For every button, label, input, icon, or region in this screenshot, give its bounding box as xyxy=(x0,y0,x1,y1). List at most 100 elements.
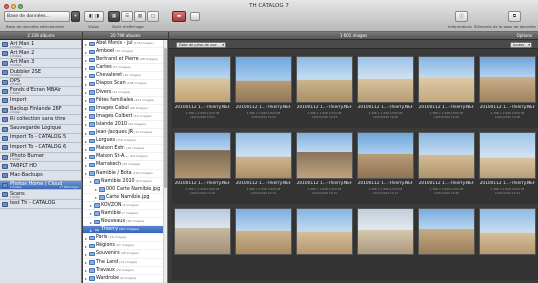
folder-item[interactable]: ▸ Diapos Scan(186 images) xyxy=(83,80,167,89)
thumbnail-frame[interactable] xyxy=(174,208,231,255)
thumbnail-frame[interactable] xyxy=(296,56,353,103)
disclosure-triangle-icon[interactable]: ▸ xyxy=(90,203,92,208)
disclosure-triangle-icon[interactable]: ▸ xyxy=(85,82,87,87)
disclosure-triangle-icon[interactable]: ▸ xyxy=(85,163,87,168)
folder-item[interactable]: ▸ Bertrand et Pierre(98 images) xyxy=(83,56,167,65)
catalog-item[interactable]: Import To - CATALOG 6 xyxy=(0,143,81,153)
catalog-item[interactable]: Sauvegarde Logique xyxy=(0,125,81,134)
folder-item[interactable]: ▸ Images Cabul(98 images) xyxy=(83,105,167,113)
folder-item[interactable]: ▸ Régions(47 images) xyxy=(83,242,167,251)
catalog-item[interactable]: Backup Finlande 26F 1 folder xyxy=(0,106,81,116)
thumbnail-frame[interactable] xyxy=(357,56,414,103)
thumbnail-cell[interactable]: 20100112 1...-Thierry.NEF 4 288 × 2 848 1… xyxy=(233,132,296,204)
disclosure-triangle-icon[interactable]: ▸ xyxy=(85,276,87,281)
disclosure-triangle-icon[interactable]: ▸ xyxy=(85,58,87,63)
folder-item[interactable]: ▸ Images Colbert(15 images) xyxy=(83,113,167,121)
thumbnail-frame[interactable] xyxy=(235,208,292,255)
disclosure-triangle-icon[interactable]: ▸ xyxy=(90,220,92,225)
disclosure-triangle-icon[interactable]: ▸ xyxy=(85,236,87,241)
thumbnail-cell[interactable] xyxy=(477,208,538,280)
view-columns-button[interactable]: ▥ xyxy=(134,11,146,22)
catalog-item[interactable]: Photos Home / Cloud 2 folders 17 008 image… xyxy=(0,180,81,191)
thumbnail-cell[interactable]: 20100112 1...-Thierry.NEF 4 288 × 2 848 1… xyxy=(233,56,296,128)
folder-item[interactable]: ▸ Travaux(29 images) xyxy=(83,267,167,275)
folder-item[interactable]: ▸ Maison Extr.(16 images) xyxy=(83,145,167,154)
folder-item[interactable]: ▸ Carte Namibie.jpg xyxy=(83,194,167,202)
disclosure-triangle-icon[interactable]: ▸ xyxy=(95,187,97,192)
thumbnail-frame[interactable] xyxy=(235,132,292,179)
trash-button[interactable]: ▬ xyxy=(172,11,186,22)
catalog-select[interactable]: Base de données... xyxy=(4,11,70,22)
folder-item[interactable]: ▸ Amboel(35 images) xyxy=(83,48,167,57)
thumbnail-cell[interactable]: 20100112 1...-Thierry.NEF 4 288 × 2 848 1… xyxy=(172,56,235,128)
thumbnail-cell[interactable]: 20100112 1...-Thierry.NEF 4 288 × 2 848 1… xyxy=(416,132,479,204)
thumbnail-cell[interactable]: 20100112 1...-Thierry.NEF 4 288 × 2 848 1… xyxy=(416,56,479,128)
catalog-item[interactable]: Mac-Backups xyxy=(0,171,81,181)
view-list-button[interactable]: ☰ xyxy=(121,11,133,22)
catalog-item[interactable]: Import To - CATALOG 5 xyxy=(0,134,81,144)
sort-select[interactable]: Date de prise de vue ▾ xyxy=(176,41,226,48)
folder-item[interactable]: ▸ Lorgues(156 images) xyxy=(83,137,167,146)
disclosure-triangle-icon[interactable]: ▸ xyxy=(95,195,97,200)
disclosure-triangle-icon[interactable]: ▸ xyxy=(85,171,87,176)
thumbnail-cell[interactable]: 20100112 1...-Thierry.NEF 4 288 × 2 848 1… xyxy=(477,56,538,128)
folder-item[interactable]: ▸ The Land(13 images) xyxy=(83,259,167,267)
folder-item[interactable]: ▸ Nouveaux(28 images) xyxy=(83,218,167,227)
tag-icon[interactable] xyxy=(190,12,200,21)
folder-item[interactable]: ▸ Thierry(407 images) xyxy=(83,226,167,235)
disclosure-triangle-icon[interactable]: ▸ xyxy=(85,50,87,55)
catalog-item[interactable]: Art Man 22 folders xyxy=(0,49,81,59)
thumbnail-frame[interactable] xyxy=(357,132,414,179)
vision-toggle[interactable]: ◧ ◨ xyxy=(84,11,104,22)
thumbnail-frame[interactable] xyxy=(296,208,353,255)
folder-item[interactable]: ▸ Cartes(17 images) xyxy=(83,64,167,73)
folder-scrollbar-thumb[interactable] xyxy=(163,48,167,188)
folder-scrollbar[interactable] xyxy=(163,40,167,283)
disclosure-triangle-icon[interactable]: ▸ xyxy=(85,268,87,273)
folder-item[interactable]: ▸ Fêtes familiales(223 images) xyxy=(83,97,167,105)
folder-item[interactable]: ▸ Abel Monis - jul(176 images) xyxy=(83,40,167,49)
thumbnail-frame[interactable] xyxy=(479,132,536,179)
catalog-item[interactable]: Fonds d'Ecran MBAir 1 folder xyxy=(0,87,81,97)
thumbnail-frame[interactable] xyxy=(235,56,292,103)
disclosure-triangle-icon[interactable]: ▸ xyxy=(85,155,87,160)
database-items-button[interactable]: ⧉ xyxy=(508,11,521,22)
folder-item[interactable]: ▸ Jean-Jacques JR(12 images) xyxy=(83,129,167,138)
disclosure-triangle-icon[interactable]: ▸ xyxy=(85,74,87,79)
disclosure-triangle-icon[interactable]: ▸ xyxy=(85,122,87,127)
thumbnail-frame[interactable] xyxy=(357,208,414,255)
disclosure-triangle-icon[interactable]: ▸ xyxy=(90,211,92,216)
disclosure-triangle-icon[interactable]: ▸ xyxy=(85,147,87,152)
folder-item[interactable]: ▸ Paris(14 images) xyxy=(83,234,167,243)
disclosure-triangle-icon[interactable]: ▸ xyxy=(90,179,92,184)
catalog-item[interactable]: DPS 2 folders xyxy=(0,78,81,87)
folder-item[interactable]: ▸ Chevaleret(30 images) xyxy=(83,72,167,81)
info-button[interactable]: ⓘ xyxy=(455,11,468,22)
thumbnail-frame[interactable] xyxy=(296,132,353,179)
disclosure-triangle-icon[interactable]: ▸ xyxy=(90,228,92,233)
folder-item[interactable]: ▸ Wardrobe(8 images) xyxy=(83,275,167,283)
thumbnail-cell[interactable] xyxy=(172,208,235,280)
folder-item[interactable]: ▸ KOVZON(5 images) xyxy=(83,202,167,210)
catalog-item[interactable]: iPhoto Burner 1 folder xyxy=(0,153,81,163)
thumbnail-cell[interactable]: 20100112 1...-Thierry.NEF 4 288 × 2 848 1… xyxy=(355,56,418,128)
thumbnail-cell[interactable]: 20100112 1...-Thierry.NEF 4 288 × 2 848 1… xyxy=(355,132,418,204)
folder-item[interactable]: ▸ 000 Carte Namibie.jpg xyxy=(83,186,167,194)
folder-item[interactable]: ▸ Marrakech(58 images) xyxy=(83,161,167,170)
thumbnail-cell[interactable] xyxy=(294,208,357,280)
disclosure-triangle-icon[interactable]: ▸ xyxy=(85,244,87,249)
view-preview-button[interactable]: ▢ xyxy=(147,11,159,22)
disclosure-triangle-icon[interactable]: ▸ xyxy=(85,90,87,95)
disclosure-triangle-icon[interactable]: ▸ xyxy=(85,139,87,144)
thumbnail-frame[interactable] xyxy=(479,56,536,103)
thumbnail-frame[interactable] xyxy=(174,132,231,179)
thumbnail-cell[interactable]: 20100112 1...-Thierry.NEF 4 288 × 2 848 1… xyxy=(294,132,357,204)
thumbnail-frame[interactable] xyxy=(418,56,475,103)
disclosure-triangle-icon[interactable]: ▸ xyxy=(85,42,87,47)
thumbnail-frame[interactable] xyxy=(479,208,536,255)
disclosure-triangle-icon[interactable]: ▸ xyxy=(85,252,87,257)
folder-item[interactable]: ▸ Namibie(7 images) xyxy=(83,210,167,219)
view-grid-button[interactable]: ▦ xyxy=(108,11,120,22)
thumbnail-frame[interactable] xyxy=(418,208,475,255)
disclosure-triangle-icon[interactable]: ▸ xyxy=(85,106,87,111)
